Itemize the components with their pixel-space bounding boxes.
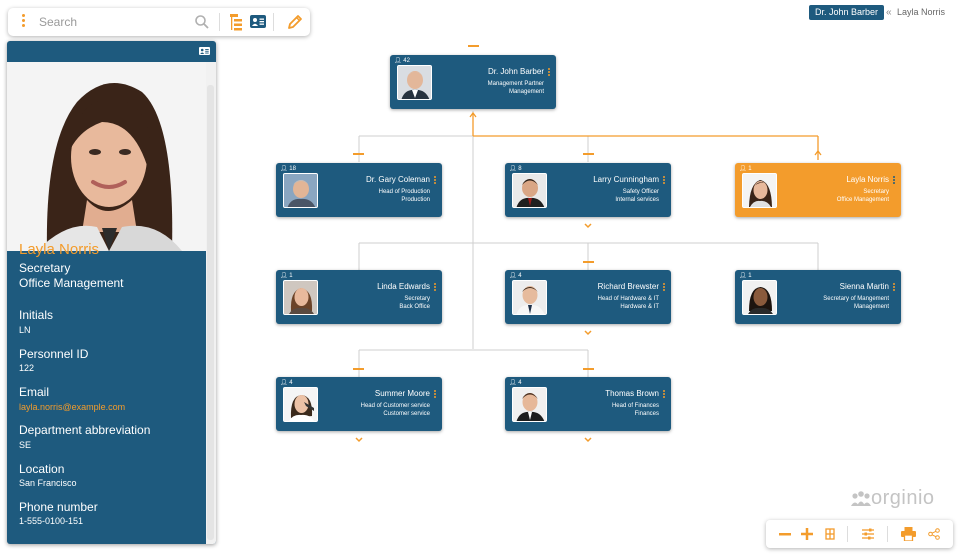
org-card-cunningham[interactable]: 👤︎ 8 Larry Cunningham Safety Officer Int… — [505, 163, 671, 217]
card-photo — [512, 173, 547, 208]
org-card-martin[interactable]: 👤︎ 1 Sienna Martin Secretary of Mangemen… — [735, 270, 901, 324]
card-photo — [742, 280, 777, 315]
org-card-coleman[interactable]: 👤︎ 18 Dr. Gary Coleman Head of Productio… — [276, 163, 442, 217]
org-card-norris[interactable]: 👤︎ 1 Layla Norris Secretary Office Manag… — [735, 163, 901, 217]
more-vertical-icon[interactable] — [893, 176, 896, 186]
card-name: Dr. Gary Coleman — [365, 175, 430, 184]
card-name: Thomas Brown — [605, 389, 659, 398]
card-name: Linda Edwards — [377, 282, 430, 291]
chevron-down-icon[interactable] — [584, 437, 592, 443]
more-vertical-icon[interactable] — [663, 176, 666, 186]
card-role: Safety Officer — [622, 189, 659, 195]
card-count: 👤︎ 4 — [509, 380, 522, 386]
card-photo — [512, 387, 547, 422]
card-count: 👤︎ 1 — [739, 166, 752, 172]
card-photo — [283, 280, 318, 315]
collapse-marker[interactable] — [468, 45, 479, 47]
card-role: Head of Finances — [611, 403, 659, 409]
more-vertical-icon[interactable] — [434, 176, 437, 186]
card-count: 👤︎ 1 — [739, 273, 752, 279]
card-department: Management — [853, 304, 889, 310]
card-photo — [283, 387, 318, 422]
print-icon[interactable] — [901, 527, 916, 541]
card-count: 👤︎ 8 — [509, 166, 522, 172]
card-count: 👤︎ 18 — [280, 166, 296, 172]
card-role: Head of Customer service — [360, 403, 430, 409]
share-icon[interactable] — [928, 528, 940, 540]
chevron-down-icon[interactable] — [584, 223, 592, 229]
toolbar-divider — [887, 526, 888, 542]
card-department: Finances — [634, 411, 659, 417]
card-role: Secretary — [404, 296, 430, 302]
more-vertical-icon[interactable] — [663, 283, 666, 293]
org-card-edwards[interactable]: 👤︎ 1 Linda Edwards Secretary Back Office — [276, 270, 442, 324]
org-card-brewster[interactable]: 👤︎ 4 Richard Brewster Head of Hardware &… — [505, 270, 671, 324]
card-department: Production — [401, 197, 430, 203]
card-count: 👤︎ 1 — [280, 273, 293, 279]
toolbar-divider — [847, 526, 848, 542]
org-card-moore[interactable]: 👤︎ 4 Summer Moore Head of Customer servi… — [276, 377, 442, 431]
card-name: Richard Brewster — [597, 282, 659, 291]
zoom-toolbar — [766, 520, 953, 548]
more-vertical-icon[interactable] — [663, 390, 666, 400]
zoom-in-icon[interactable] — [801, 528, 813, 540]
card-name: Larry Cunningham — [593, 175, 659, 184]
card-department: Internal services — [615, 197, 659, 203]
card-role: Secretary — [863, 189, 889, 195]
chevron-down-icon[interactable] — [355, 437, 363, 443]
more-vertical-icon[interactable] — [548, 68, 551, 78]
card-department: Back Office — [399, 304, 430, 310]
more-vertical-icon[interactable] — [434, 390, 437, 400]
card-department: Customer service — [383, 411, 430, 417]
card-department: Management — [508, 89, 544, 95]
card-photo — [397, 65, 432, 100]
brand-logo: orginio — [851, 487, 935, 510]
fit-icon[interactable] — [825, 528, 835, 540]
collapse-marker[interactable] — [353, 153, 364, 155]
card-department: Office Management — [836, 197, 889, 203]
card-role: Head of Production — [378, 189, 430, 195]
card-count: 👤︎ 42 — [394, 58, 410, 64]
org-card-barber[interactable]: 👤︎ 42 Dr. John Barber Management Partner… — [390, 55, 556, 109]
collapse-marker[interactable] — [353, 368, 364, 370]
card-role: Secretary of Mangement — [823, 296, 889, 302]
zoom-out-icon[interactable] — [779, 529, 791, 539]
card-name: Dr. John Barber — [487, 67, 544, 76]
more-vertical-icon[interactable] — [893, 283, 896, 293]
collapse-marker[interactable] — [583, 153, 594, 155]
card-photo — [742, 173, 777, 208]
card-count: 👤︎ 4 — [280, 380, 293, 386]
card-department: Hardware & IT — [620, 304, 659, 310]
card-role: Management Partner — [487, 81, 544, 87]
chevron-down-icon[interactable] — [584, 330, 592, 336]
card-photo — [512, 280, 547, 315]
settings-sliders-icon[interactable] — [862, 528, 874, 540]
card-name: Layla Norris — [846, 175, 889, 184]
card-role: Head of Hardware & IT — [597, 296, 659, 302]
card-name: Sienna Martin — [839, 282, 889, 291]
org-card-brown[interactable]: 👤︎ 4 Thomas Brown Head of Finances Finan… — [505, 377, 671, 431]
card-photo — [283, 173, 318, 208]
more-vertical-icon[interactable] — [434, 283, 437, 293]
card-count: 👤︎ 4 — [509, 273, 522, 279]
collapse-marker[interactable] — [583, 261, 594, 263]
collapse-marker[interactable] — [583, 368, 594, 370]
card-name: Summer Moore — [374, 389, 430, 398]
